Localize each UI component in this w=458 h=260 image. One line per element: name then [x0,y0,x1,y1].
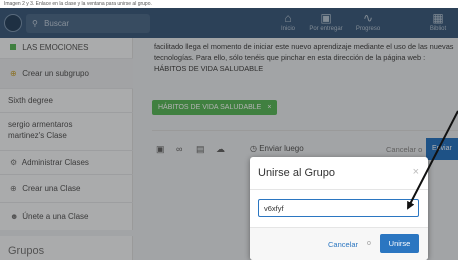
figure-caption: Imagen 2 y 3. Enlace en la clase y la ve… [0,0,458,8]
arrow-annotation [407,110,458,210]
arrow-line [407,110,458,210]
